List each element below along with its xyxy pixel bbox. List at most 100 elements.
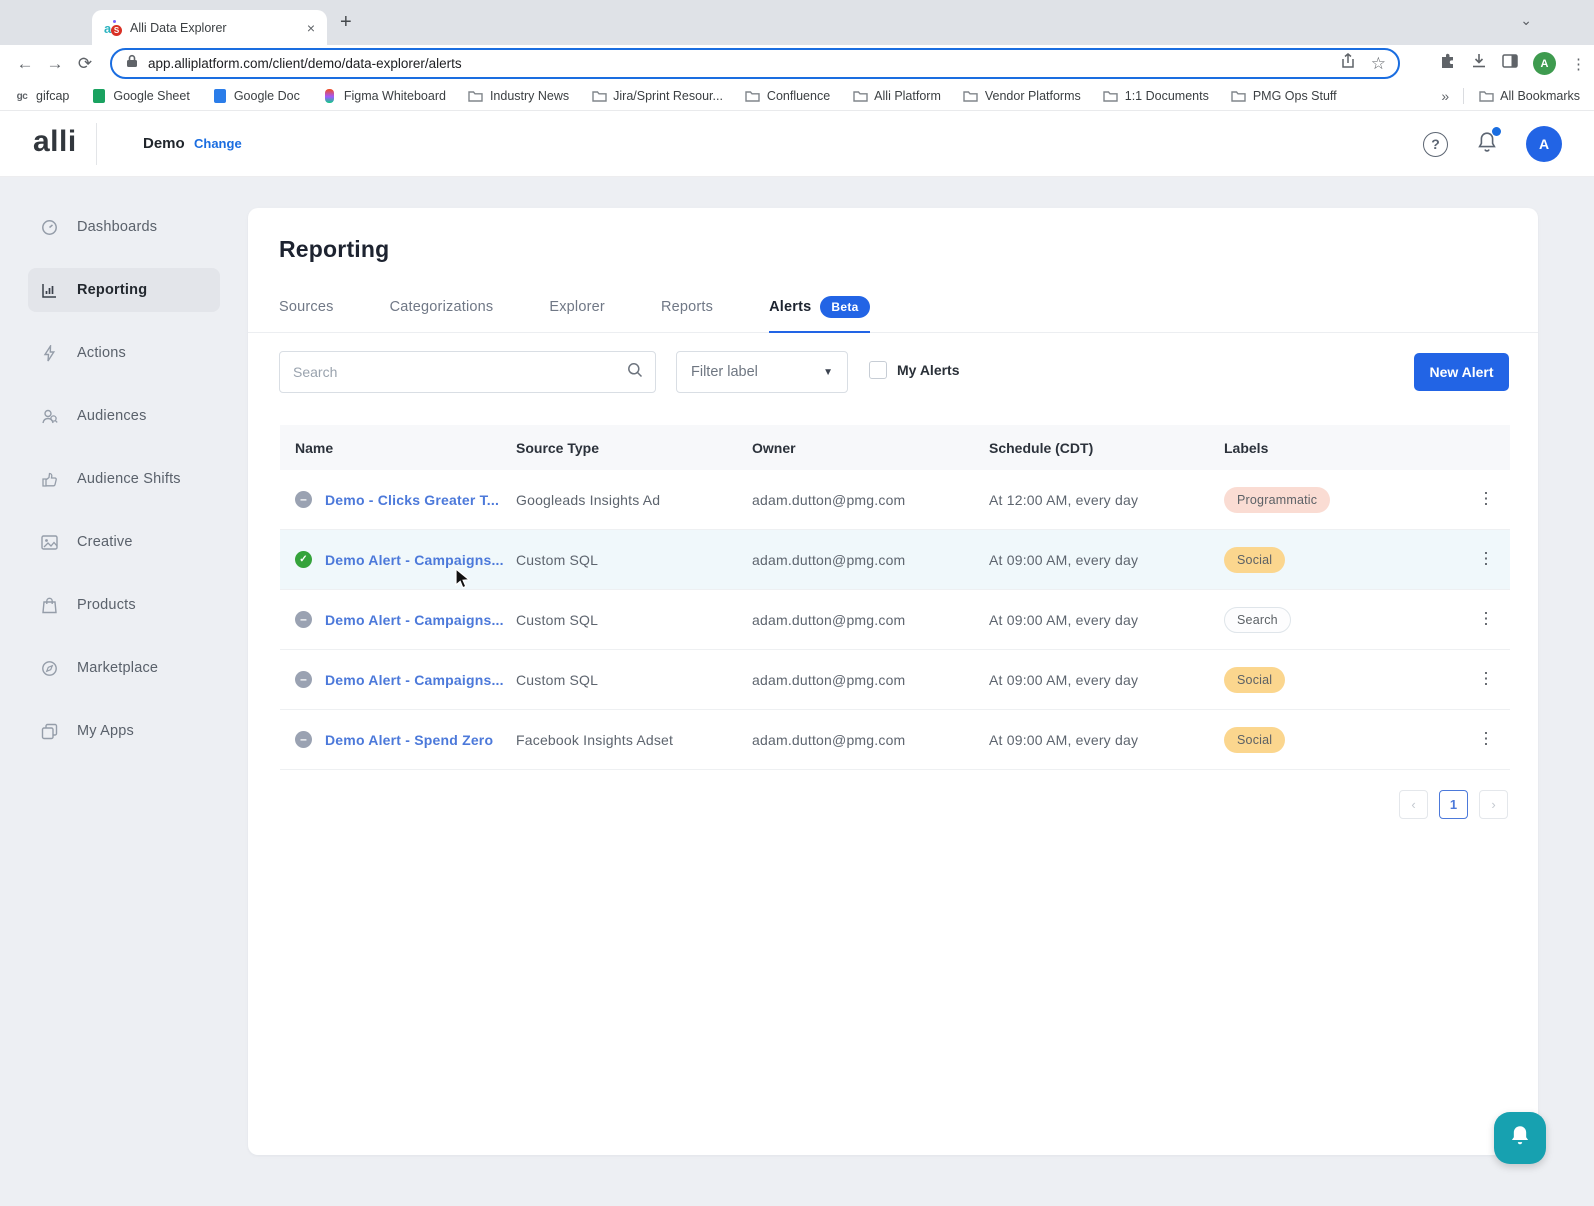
table-row[interactable]: Demo Alert - Spend Zero Facebook Insight… xyxy=(280,710,1510,770)
search-input[interactable] xyxy=(293,364,627,380)
tab-categorizations[interactable]: Categorizations xyxy=(390,294,494,332)
pagination-next-button[interactable]: › xyxy=(1479,790,1508,819)
sidebar: Dashboards Reporting Actions Audiences A… xyxy=(0,177,248,1206)
bookmark-item[interactable]: 1:1 Documents xyxy=(1103,88,1209,104)
bookmark-item[interactable]: PMG Ops Stuff xyxy=(1231,88,1337,104)
bookmarks-overflow-icon[interactable]: » xyxy=(1441,88,1449,104)
bookmark-item[interactable]: Vendor Platforms xyxy=(963,88,1081,104)
table-row[interactable]: Demo Alert - Campaigns... Custom SQL ada… xyxy=(280,650,1510,710)
source-type-cell: Custom SQL xyxy=(516,552,752,568)
folder-icon xyxy=(468,88,484,104)
tab-reports[interactable]: Reports xyxy=(661,294,713,332)
chevron-down-icon: ▼ xyxy=(823,367,833,378)
owner-cell: adam.dutton@pmg.com xyxy=(752,612,989,628)
my-alerts-toggle[interactable]: My Alerts xyxy=(869,361,960,379)
share-icon[interactable] xyxy=(1341,53,1355,74)
user-avatar[interactable]: A xyxy=(1526,126,1562,162)
folder-icon xyxy=(1103,88,1119,104)
label-chip: Search xyxy=(1224,607,1291,633)
download-icon[interactable] xyxy=(1471,53,1487,74)
audiences-icon xyxy=(41,408,58,425)
filter-label-select[interactable]: Filter label ▼ xyxy=(676,351,848,393)
figma-icon xyxy=(322,88,338,104)
my-apps-icon xyxy=(41,723,58,740)
sidebar-item-marketplace[interactable]: Marketplace xyxy=(28,646,220,690)
bookmark-item[interactable]: gcgifcap xyxy=(14,88,69,104)
source-type-cell: Googleads Insights Ad xyxy=(516,492,752,508)
table-row[interactable]: Demo Alert - Campaigns... Custom SQL ada… xyxy=(280,590,1510,650)
app-header: alli Demo Change ? A xyxy=(0,111,1594,177)
tab-sources[interactable]: Sources xyxy=(279,294,334,332)
chrome-profile-avatar[interactable]: A xyxy=(1533,52,1556,75)
alert-name-link[interactable]: Demo Alert - Spend Zero xyxy=(325,732,493,748)
alert-name-link[interactable]: Demo - Clicks Greater T... xyxy=(325,492,499,508)
chrome-menu-icon[interactable]: ⋮ xyxy=(1571,55,1586,73)
browser-tab[interactable]: aS Alli Data Explorer × xyxy=(92,10,327,45)
change-client-link[interactable]: Change xyxy=(194,136,242,151)
bookmark-item[interactable]: Google Sheet xyxy=(91,88,189,104)
side-panel-icon[interactable] xyxy=(1502,53,1518,74)
sidebar-item-my-apps[interactable]: My Apps xyxy=(28,709,220,753)
tab-title: Alli Data Explorer xyxy=(130,21,305,35)
row-menu-icon[interactable]: ⋮ xyxy=(1478,675,1492,684)
reload-icon[interactable]: ⟳ xyxy=(70,54,100,74)
sidebar-item-dashboards[interactable]: Dashboards xyxy=(28,205,220,249)
row-menu-icon[interactable]: ⋮ xyxy=(1478,615,1492,624)
row-menu-icon[interactable]: ⋮ xyxy=(1478,735,1492,744)
alli-logo[interactable]: alli xyxy=(33,125,77,159)
sidebar-item-reporting[interactable]: Reporting xyxy=(28,268,220,312)
bookmark-item[interactable]: Confluence xyxy=(745,88,830,104)
my-alerts-checkbox[interactable] xyxy=(869,361,887,379)
bookmark-item[interactable]: Google Doc xyxy=(212,88,300,104)
tab-search-chevron-icon[interactable]: ⌄ xyxy=(1520,12,1532,29)
folder-icon xyxy=(1478,88,1494,104)
lock-icon xyxy=(126,54,138,73)
sidebar-item-audiences[interactable]: Audiences xyxy=(28,394,220,438)
row-menu-icon[interactable]: ⋮ xyxy=(1478,495,1492,504)
bookmark-item[interactable]: Alli Platform xyxy=(852,88,941,104)
sidebar-item-actions[interactable]: Actions xyxy=(28,331,220,375)
pagination-page-1[interactable]: 1 xyxy=(1439,790,1468,819)
sidebar-item-audience-shifts[interactable]: Audience Shifts xyxy=(28,457,220,501)
bookmark-item[interactable]: Jira/Sprint Resour... xyxy=(591,88,723,104)
forward-icon[interactable]: → xyxy=(40,54,70,74)
folder-icon xyxy=(963,88,979,104)
new-alert-button[interactable]: New Alert xyxy=(1414,353,1509,391)
browser-toolbar: ← → ⟳ app.alliplatform.com/client/demo/d… xyxy=(0,45,1594,82)
all-bookmarks-button[interactable]: All Bookmarks xyxy=(1478,88,1580,104)
bookmark-item[interactable]: Figma Whiteboard xyxy=(322,88,446,104)
bookmark-item[interactable]: Industry News xyxy=(468,88,569,104)
search-field[interactable] xyxy=(279,351,656,393)
minus-circle-icon xyxy=(295,731,312,748)
sidebar-item-creative[interactable]: Creative xyxy=(28,520,220,564)
schedule-cell: At 12:00 AM, every day xyxy=(989,492,1224,508)
column-header-owner: Owner xyxy=(752,440,989,456)
chat-widget-button[interactable] xyxy=(1494,1112,1546,1164)
audience-shifts-icon xyxy=(41,471,58,488)
folder-icon xyxy=(745,88,761,104)
header-divider xyxy=(96,123,97,165)
row-menu-icon[interactable]: ⋮ xyxy=(1478,555,1492,564)
alert-name-link[interactable]: Demo Alert - Campaigns... xyxy=(325,672,504,688)
new-tab-button[interactable]: + xyxy=(340,11,352,34)
dashboards-icon xyxy=(41,219,58,236)
notifications-bell-icon[interactable] xyxy=(1476,130,1498,159)
notification-dot xyxy=(1492,127,1501,136)
alert-name-link[interactable]: Demo Alert - Campaigns... xyxy=(325,612,504,628)
back-icon[interactable]: ← xyxy=(10,54,40,74)
extensions-icon[interactable] xyxy=(1439,53,1456,75)
bookmarks-divider xyxy=(1463,88,1464,104)
alerts-controls: Filter label ▼ My Alerts New Alert xyxy=(248,351,1538,393)
column-header-source-type: Source Type xyxy=(516,440,752,456)
help-icon[interactable]: ? xyxy=(1423,132,1448,157)
tab-alerts[interactable]: Alerts Beta xyxy=(769,294,870,333)
alert-name-link[interactable]: Demo Alert - Campaigns... xyxy=(325,552,504,568)
tab-explorer[interactable]: Explorer xyxy=(549,294,605,332)
bookmark-star-icon[interactable]: ☆ xyxy=(1371,54,1386,74)
label-chip: Social xyxy=(1224,727,1285,753)
tab-close-icon[interactable]: × xyxy=(305,19,317,37)
address-bar[interactable]: app.alliplatform.com/client/demo/data-ex… xyxy=(110,48,1400,79)
sidebar-item-products[interactable]: Products xyxy=(28,583,220,627)
pagination-prev-button[interactable]: ‹ xyxy=(1399,790,1428,819)
table-row[interactable]: Demo - Clicks Greater T... Googleads Ins… xyxy=(280,470,1510,530)
